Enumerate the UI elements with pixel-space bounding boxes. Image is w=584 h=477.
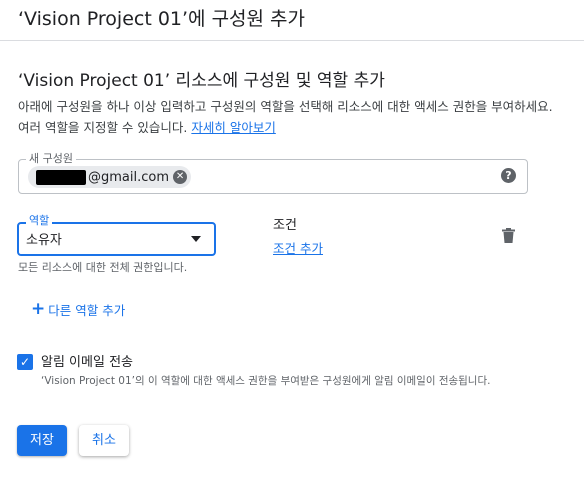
- role-value: 소유자: [26, 233, 62, 248]
- save-button[interactable]: 저장: [17, 425, 67, 456]
- section-title: ‘Vision Project 01’ 리소스에 구성원 및 역할 추가: [18, 71, 385, 91]
- trash-icon[interactable]: [502, 228, 515, 243]
- chip-remove-icon[interactable]: ✕: [173, 170, 188, 184]
- add-condition-link[interactable]: 조건 추가: [273, 238, 323, 257]
- description-text: 아래에 구성원을 하나 이상 입력하고 구성원의 역할을 선택해 리소스에 대한…: [18, 99, 553, 135]
- role-hint: 모든 리소스에 대한 전체 권한입니다.: [18, 261, 188, 274]
- notify-description: ‘Vision Project 01’의 이 역할에 대한 액세스 권한을 부여…: [41, 375, 491, 387]
- add-role-label: 다른 역할 추가: [48, 303, 126, 318]
- notify-label: 알림 이메일 전송: [41, 355, 133, 370]
- dropdown-caret-icon: [191, 236, 201, 242]
- member-chip[interactable]: @gmail.com ✕: [28, 166, 192, 188]
- plus-icon: +: [31, 299, 46, 319]
- redacted-email-prefix: [36, 169, 86, 185]
- cancel-button[interactable]: 취소: [79, 425, 129, 456]
- notify-checkbox[interactable]: ✓: [17, 354, 33, 370]
- dialog-header: ‘Vision Project 01’에 구성원 추가: [0, 0, 584, 41]
- learn-more-link[interactable]: 자세히 알아보기: [191, 120, 275, 135]
- help-icon[interactable]: ?: [501, 168, 516, 183]
- dialog-title: ‘Vision Project 01’에 구성원 추가: [18, 8, 306, 30]
- add-role-button[interactable]: + 다른 역할 추가: [31, 300, 125, 319]
- condition-title: 조건: [273, 218, 297, 233]
- member-chip-text: @gmail.com: [88, 169, 170, 185]
- section-description: 아래에 구성원을 하나 이상 입력하고 구성원의 역할을 선택해 리소스에 대한…: [18, 96, 558, 138]
- new-members-label: 새 구성원: [26, 150, 76, 166]
- role-label: 역할: [26, 212, 53, 228]
